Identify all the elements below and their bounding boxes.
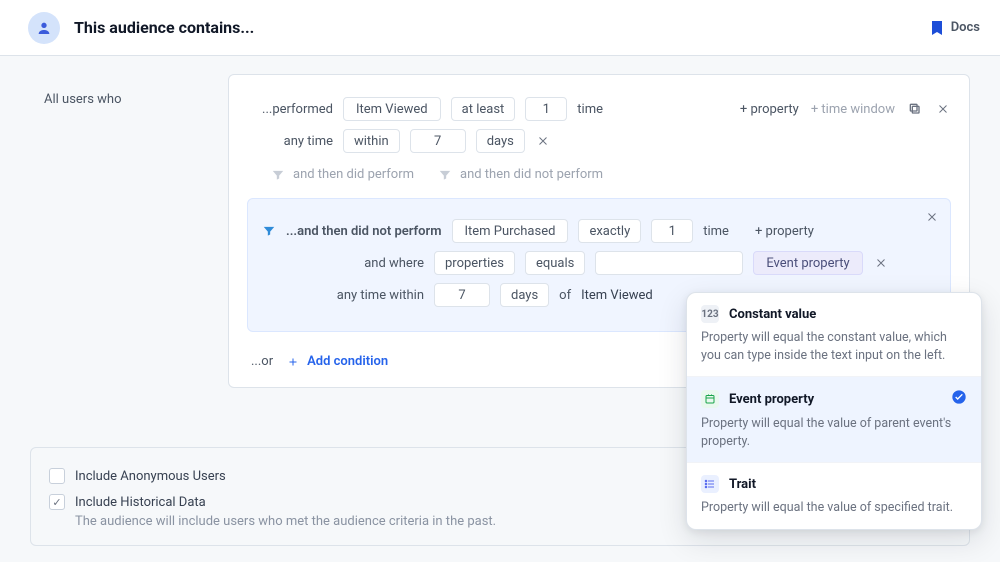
within-count[interactable]: 7 (410, 129, 466, 153)
or-label: ...or (251, 354, 273, 369)
option-historical-label: Include Historical Data (75, 495, 206, 510)
time-count[interactable]: 7 (434, 283, 490, 307)
popover-item-desc: Property will equal the constant value, … (701, 329, 967, 364)
compare-popover: 123 Constant value Property will equal t… (686, 292, 982, 530)
then-did-perform-button[interactable]: and then did perform (271, 167, 414, 182)
list-icon (701, 475, 719, 493)
time-prefix: any time within (322, 288, 424, 303)
popover-item-title: Trait (729, 477, 756, 492)
condition-1-time-label: any time (247, 134, 333, 149)
then-did-not-perform-button[interactable]: and then did not perform (438, 167, 603, 182)
where-value-input[interactable] (595, 251, 743, 275)
number-icon: 123 (701, 305, 719, 323)
checkbox-historical[interactable] (49, 494, 65, 510)
condition-2-comparison[interactable]: exactly (578, 219, 641, 243)
calendar-grid-icon (701, 390, 719, 408)
condition-1-event-chip[interactable]: Item Viewed (343, 97, 441, 121)
condition-2-prefix: ...and then did not perform (286, 224, 442, 239)
add-time-window-button[interactable]: + time window (811, 102, 895, 117)
funnel-icon (438, 168, 452, 182)
popover-item-constant[interactable]: 123 Constant value Property will equal t… (687, 293, 981, 376)
remove-time-icon[interactable] (535, 133, 551, 149)
audience-avatar (28, 12, 60, 44)
duplicate-icon[interactable] (907, 101, 923, 117)
plus-icon (287, 356, 299, 368)
page-title: This audience contains... (74, 18, 254, 37)
within-unit[interactable]: days (476, 129, 525, 153)
funnel-icon (271, 168, 285, 182)
condition-1-time-row: any time within 7 days (247, 129, 951, 153)
checkbox-anonymous[interactable] (49, 468, 65, 484)
check-icon (951, 389, 967, 409)
condition-2-head: ...and then did not perform Item Purchas… (262, 219, 936, 243)
condition-1-prefix: ...performed (247, 102, 333, 117)
condition-1-actions: + property + time window (740, 101, 951, 117)
condition-2-where: and where properties equals Event proper… (262, 251, 936, 275)
option-anonymous-label: Include Anonymous Users (75, 469, 226, 484)
condition-1-comparison[interactable]: at least (451, 97, 516, 121)
where-label: and where (352, 256, 424, 271)
left-column: All users who (0, 74, 228, 388)
where-remove-icon[interactable] (873, 255, 889, 271)
condition-1-suffix: time (577, 102, 603, 117)
parent-event: Item Viewed (581, 288, 653, 303)
condition-2-count[interactable]: 1 (651, 219, 693, 243)
condition-2-add-property[interactable]: + property (755, 224, 814, 239)
add-property-button[interactable]: + property (740, 102, 799, 117)
popover-item-trait[interactable]: Trait Property will equal the value of s… (687, 462, 981, 529)
of-label: of (559, 288, 571, 303)
group-close-icon[interactable] (924, 209, 940, 225)
popover-item-title: Event property (729, 392, 814, 407)
condition-2-suffix: time (703, 224, 729, 239)
bookmark-icon (931, 20, 943, 36)
condition-1-count[interactable]: 1 (525, 97, 567, 121)
condition-2-event-chip[interactable]: Item Purchased (452, 219, 569, 243)
event-property-chip[interactable]: Event property (753, 251, 862, 275)
docs-link[interactable]: Docs (931, 20, 980, 36)
time-unit[interactable]: days (500, 283, 549, 307)
header: This audience contains... Docs (0, 0, 1000, 56)
where-op-chip[interactable]: equals (525, 251, 585, 275)
popover-item-title: Constant value (729, 307, 816, 322)
popover-item-event-property[interactable]: Event property Property will equal the v… (687, 376, 981, 462)
condition-1-row: ...performed Item Viewed at least 1 time… (247, 97, 951, 121)
popover-item-desc: Property will equal the value of specifi… (701, 499, 967, 517)
funnel-icon (262, 224, 276, 238)
add-condition-button[interactable]: Add condition (287, 354, 388, 369)
popover-item-desc: Property will equal the value of parent … (701, 415, 967, 450)
then-actions: and then did perform and then did not pe… (247, 161, 951, 192)
left-label: All users who (44, 92, 212, 107)
docs-label: Docs (951, 20, 980, 35)
person-icon (36, 20, 52, 36)
where-field-chip[interactable]: properties (434, 251, 515, 275)
header-left: This audience contains... (28, 12, 254, 44)
within-chip[interactable]: within (343, 129, 400, 153)
close-icon[interactable] (935, 101, 951, 117)
